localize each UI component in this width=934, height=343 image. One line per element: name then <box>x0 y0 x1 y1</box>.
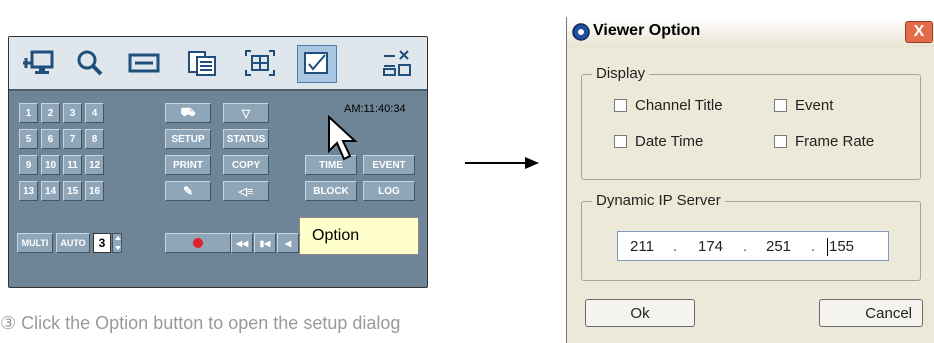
speaker-button[interactable]: ◁≡ <box>223 181 269 201</box>
viewer-toolbar <box>9 37 427 91</box>
minimize-close-icon[interactable] <box>381 48 415 78</box>
setup-button[interactable]: SETUP <box>165 129 211 149</box>
text-caret <box>827 238 828 256</box>
files-icon[interactable] <box>185 48 219 78</box>
clock-display: AM:11:40:34 <box>344 103 406 115</box>
camera-icon: ⛟ <box>180 105 196 119</box>
channel-button[interactable]: 7 <box>63 129 82 149</box>
channel-button[interactable]: 2 <box>41 103 60 123</box>
ip-dot: . <box>743 238 748 255</box>
channel-title-option[interactable]: Channel Title <box>614 97 723 114</box>
viewer-panel: 1 2 3 4 5 6 7 8 9 10 11 12 13 14 15 16 ⛟… <box>8 36 428 288</box>
mic-icon: ✎ <box>182 184 194 198</box>
dialog-titlebar[interactable]: Viewer Option X <box>567 17 934 47</box>
channel-button[interactable]: 15 <box>63 181 82 201</box>
dome-icon: ▽ <box>241 107 251 120</box>
channel-button[interactable]: 5 <box>19 129 38 149</box>
event-label: Event <box>795 97 834 114</box>
step-back-button[interactable]: ▮◀ <box>254 233 276 253</box>
mic-button[interactable]: ✎ <box>165 181 211 201</box>
camera-control-button[interactable]: ⛟ <box>165 103 211 123</box>
event-option[interactable]: Event <box>774 97 833 114</box>
step-back-icon: ▮◀ <box>259 238 271 248</box>
channel-button[interactable]: 14 <box>41 181 60 201</box>
channel-button[interactable]: 12 <box>85 155 104 175</box>
dome-control-button[interactable]: ▽ <box>223 103 269 123</box>
channel-title-label: Channel Title <box>635 97 723 114</box>
arrow-right-icon <box>465 155 539 169</box>
block-button[interactable]: BLOCK <box>305 181 357 201</box>
search-icon[interactable] <box>73 48 107 78</box>
ok-button[interactable]: Ok <box>585 299 695 327</box>
viewer-controls: 1 2 3 4 5 6 7 8 9 10 11 12 13 14 15 16 ⛟… <box>9 91 427 287</box>
date-time-checkbox[interactable] <box>614 135 627 148</box>
play-reverse-button[interactable]: ◀ <box>277 233 299 253</box>
ip-octet-2: 174 <box>698 238 724 255</box>
channel-button[interactable]: 4 <box>85 103 104 123</box>
record-icon <box>193 238 203 248</box>
dialog-title: Viewer Option <box>593 22 701 39</box>
channel-button[interactable]: 9 <box>19 155 38 175</box>
ip-octet-3: 251 <box>766 238 792 255</box>
split-stepper-spin[interactable] <box>112 233 122 253</box>
display-group-label: Display <box>592 65 650 82</box>
event-checkbox[interactable] <box>774 99 787 112</box>
option-tooltip: Option <box>299 217 419 255</box>
play-reverse-icon: ◀ <box>284 238 292 248</box>
split-stepper-value[interactable]: 3 <box>93 233 111 253</box>
copy-button[interactable]: COPY <box>223 155 269 175</box>
frame-rate-label: Frame Rate <box>795 133 875 150</box>
speaker-icon: ◁≡ <box>238 185 254 198</box>
caption-text: ③ Click the Option button to open the se… <box>0 313 401 333</box>
status-button[interactable]: STATUS <box>223 129 269 149</box>
date-time-label: Date Time <box>635 133 704 150</box>
option-icon[interactable] <box>299 48 333 78</box>
cursor-icon <box>327 114 361 161</box>
channel-button[interactable]: 1 <box>19 103 38 123</box>
record-button[interactable] <box>165 233 231 253</box>
channel-button[interactable]: 13 <box>19 181 38 201</box>
app-icon <box>571 22 591 42</box>
channel-button[interactable]: 16 <box>85 181 104 201</box>
dynamic-ip-group-label: Dynamic IP Server <box>592 192 725 209</box>
event-button[interactable]: EVENT <box>363 155 415 175</box>
close-button[interactable]: X <box>905 21 933 43</box>
channel-button[interactable]: 10 <box>41 155 60 175</box>
channel-button[interactable]: 6 <box>41 129 60 149</box>
multi-button[interactable]: MULTI <box>17 233 53 253</box>
date-time-option[interactable]: Date Time <box>614 133 703 150</box>
display-icon[interactable] <box>127 48 161 78</box>
channel-button[interactable]: 3 <box>63 103 82 123</box>
auto-button[interactable]: AUTO <box>56 233 90 253</box>
ip-dot: . <box>811 238 816 255</box>
ip-octet-4: 155 <box>829 238 855 255</box>
rewind-fast-icon: ◀◀ <box>235 238 249 248</box>
log-button[interactable]: LOG <box>363 181 415 201</box>
ip-address-input[interactable]: 211 . 174 . 251 . 155 <box>617 231 889 261</box>
channel-button[interactable]: 11 <box>63 155 82 175</box>
ip-octet-1: 211 <box>630 238 654 255</box>
ip-dot: . <box>673 238 678 255</box>
print-button[interactable]: PRINT <box>165 155 211 175</box>
viewer-option-dialog: Viewer Option X Display Channel Title Ev… <box>566 17 934 343</box>
rewind-fast-button[interactable]: ◀◀ <box>231 233 253 253</box>
channel-title-checkbox[interactable] <box>614 99 627 112</box>
channel-button[interactable]: 8 <box>85 129 104 149</box>
display-group: Display Channel Title Event Date Time Fr… <box>581 65 921 180</box>
fullscreen-icon[interactable] <box>243 48 277 78</box>
frame-rate-checkbox[interactable] <box>774 135 787 148</box>
cancel-button[interactable]: Cancel <box>819 299 923 327</box>
frame-rate-option[interactable]: Frame Rate <box>774 133 874 150</box>
network-icon[interactable] <box>21 48 55 78</box>
